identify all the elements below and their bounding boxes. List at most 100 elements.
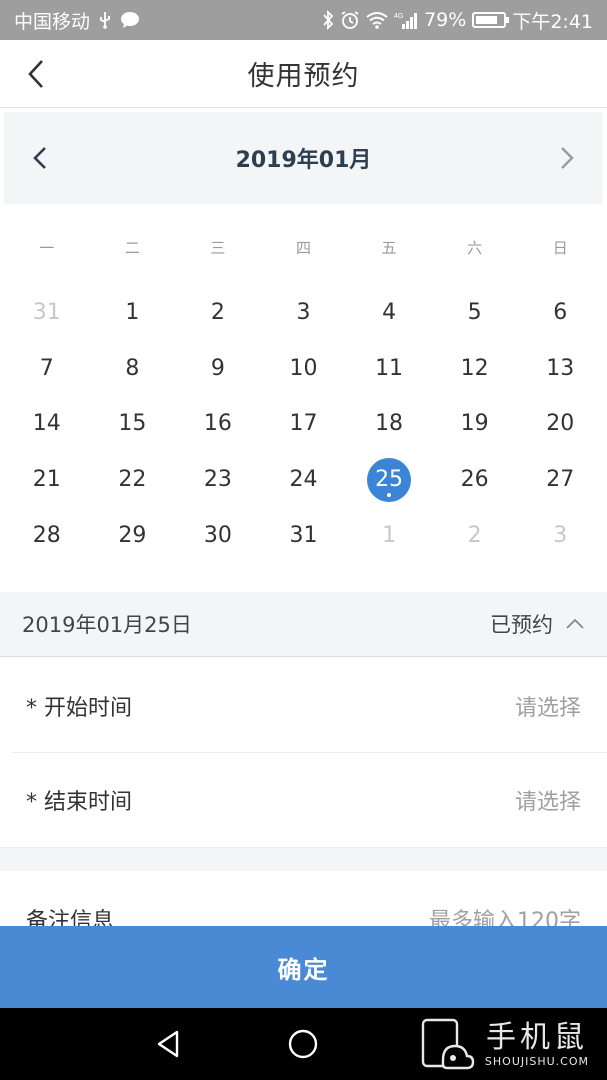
start-time-label: * 开始时间 [26,696,132,721]
day-cell[interactable]: 13 [517,341,603,397]
day-cell[interactable]: 17 [261,396,347,452]
day-number: 3 [553,522,568,548]
day-cell[interactable]: 29 [90,507,176,563]
day-number: 15 [118,411,147,437]
clock: 下午2:41 [512,10,593,33]
day-cell[interactable]: 10 [261,341,347,397]
end-time-picker[interactable]: 请选择 [515,784,581,816]
day-cell[interactable]: 14 [4,396,90,452]
day-cell[interactable]: 7 [4,341,90,397]
month-title: 2019年01月 [235,148,372,173]
day-cell[interactable]: 3 [517,507,603,563]
weekday-label: 六 [467,239,483,257]
chevron-left-icon [28,60,43,88]
day-cell[interactable]: 15 [90,396,176,452]
confirm-label: 确定 [277,955,330,984]
battery-percent: 79% [424,9,467,31]
alarm-icon [340,10,360,30]
prev-month-button[interactable] [22,140,58,176]
day-number: 9 [210,355,225,381]
day-number: 23 [203,467,232,493]
day-cell[interactable]: 8 [90,341,176,397]
status-bar: 中国移动 4G 79% 下午2:41 [0,0,607,40]
day-number: 24 [289,467,318,493]
booked-status-label: 已预约 [490,613,553,637]
day-cell[interactable]: 28 [4,507,90,563]
section-gap [0,847,607,871]
bluetooth-icon [322,10,334,30]
day-cell[interactable]: 2 [175,285,261,341]
day-number: 3 [296,300,311,326]
day-cell[interactable]: 24 [261,452,347,508]
watermark-en-text: SHOUJISHU.COM [484,1054,589,1068]
chevron-up-icon [566,618,584,629]
day-number: 21 [32,467,61,493]
day-cell[interactable]: 22 [90,452,176,508]
day-cell[interactable]: 23 [175,452,261,508]
triangle-back-icon [157,1030,179,1058]
day-cell[interactable]: 31 [261,507,347,563]
day-number: 2 [210,300,225,326]
day-cell[interactable]: 30 [175,507,261,563]
end-time-label: * 结束时间 [26,790,132,815]
chevron-right-icon [561,147,574,169]
watermark: 手机鼠 SHOUJISHU.COM [419,1016,589,1072]
day-number: 13 [546,355,575,381]
weekday-label: 五 [381,239,397,257]
usb-icon [98,11,112,29]
day-cell[interactable]: 1 [346,507,432,563]
booked-toggle[interactable]: 已预约 [490,609,585,639]
day-cell[interactable]: 9 [175,341,261,397]
nav-bar: 使用预约 [0,40,607,108]
watermark-cn-text: 手机鼠 [485,1019,588,1055]
day-number: 26 [460,467,489,493]
day-cell[interactable]: 12 [432,341,518,397]
end-time-row[interactable]: * 结束时间 请选择 [0,753,607,847]
start-time-row[interactable]: * 开始时间 请选择 [0,659,607,753]
system-back-button[interactable] [150,1026,186,1062]
day-number: 4 [382,300,397,326]
day-cell[interactable]: 26 [432,452,518,508]
day-grid: 31 1 2 3 4 5 6 7 8 9 10 11 12 13 14 15 16 17 18 19 20 21 22 23 2… [4,285,603,563]
day-cell[interactable]: 1 [90,285,176,341]
day-cell[interactable]: 5 [432,285,518,341]
day-number: 30 [203,522,232,548]
day-cell[interactable]: 4 [346,285,432,341]
day-number: 25 [367,457,412,502]
next-month-button[interactable] [549,140,585,176]
day-number: 17 [289,411,318,437]
back-button[interactable] [18,56,54,92]
day-cell[interactable]: 2 [432,507,518,563]
day-cell[interactable]: 27 [517,452,603,508]
day-cell[interactable]: 19 [432,396,518,452]
signal-icon: 4G [394,11,418,29]
day-cell-selected[interactable]: 25 [346,452,432,508]
day-number: 14 [32,411,61,437]
start-time-picker[interactable]: 请选择 [515,690,581,722]
message-icon [120,11,140,29]
weekday-label: 二 [124,239,140,257]
day-cell[interactable]: 11 [346,341,432,397]
day-cell[interactable]: 20 [517,396,603,452]
day-number: 31 [32,300,61,326]
day-cell[interactable]: 18 [346,396,432,452]
day-number: 18 [375,411,404,437]
chevron-left-icon [33,147,46,169]
day-cell[interactable]: 6 [517,285,603,341]
day-cell[interactable]: 16 [175,396,261,452]
confirm-button[interactable]: 确定 [0,926,607,1008]
battery-level-fill [476,16,497,24]
carrier-label: 中国移动 [14,10,91,33]
day-number: 29 [118,522,147,548]
weekday-label: 三 [210,239,226,257]
weekday-label: 四 [295,239,311,257]
day-number: 27 [546,467,575,493]
day-cell[interactable]: 31 [4,285,90,341]
day-number: 19 [460,411,489,437]
day-number: 2 [467,522,482,548]
day-cell[interactable]: 21 [4,452,90,508]
selected-date-bar: 2019年01月25日 已预约 [0,592,607,657]
day-cell[interactable]: 3 [261,285,347,341]
system-home-button[interactable] [285,1026,321,1062]
day-number: 11 [375,355,404,381]
